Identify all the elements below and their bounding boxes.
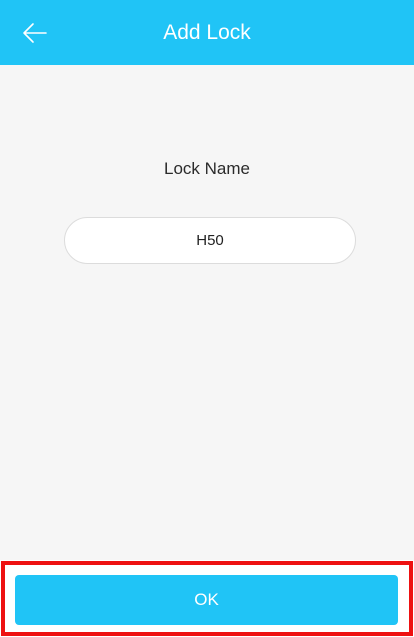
page-title: Add Lock <box>163 21 251 44</box>
app-bar: Add Lock <box>0 0 414 65</box>
ok-button[interactable]: OK <box>15 575 398 625</box>
lock-name-input[interactable] <box>64 217 356 264</box>
content-area: Lock Name <box>0 65 414 560</box>
arrow-left-icon <box>22 22 48 44</box>
footer: OK <box>0 560 414 637</box>
lock-name-label: Lock Name <box>164 159 250 178</box>
back-button[interactable] <box>18 17 52 49</box>
